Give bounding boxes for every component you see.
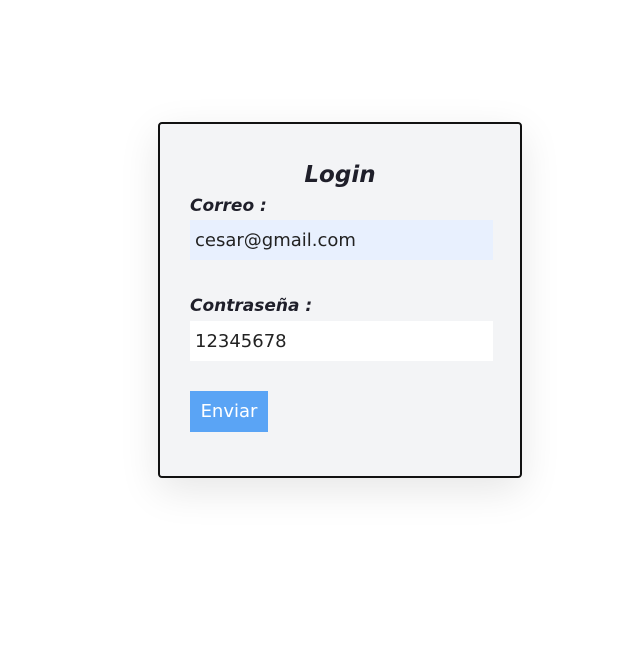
submit-button[interactable]: Enviar [190,391,268,432]
page: Login Correo : Contraseña : Enviar [0,0,633,650]
login-card: Login Correo : Contraseña : Enviar [158,122,522,478]
password-input[interactable] [190,321,493,361]
email-input[interactable] [190,220,493,260]
password-label: Contraseña : [190,296,313,316]
login-title: Login [304,162,376,188]
email-label: Correo : [190,196,267,216]
